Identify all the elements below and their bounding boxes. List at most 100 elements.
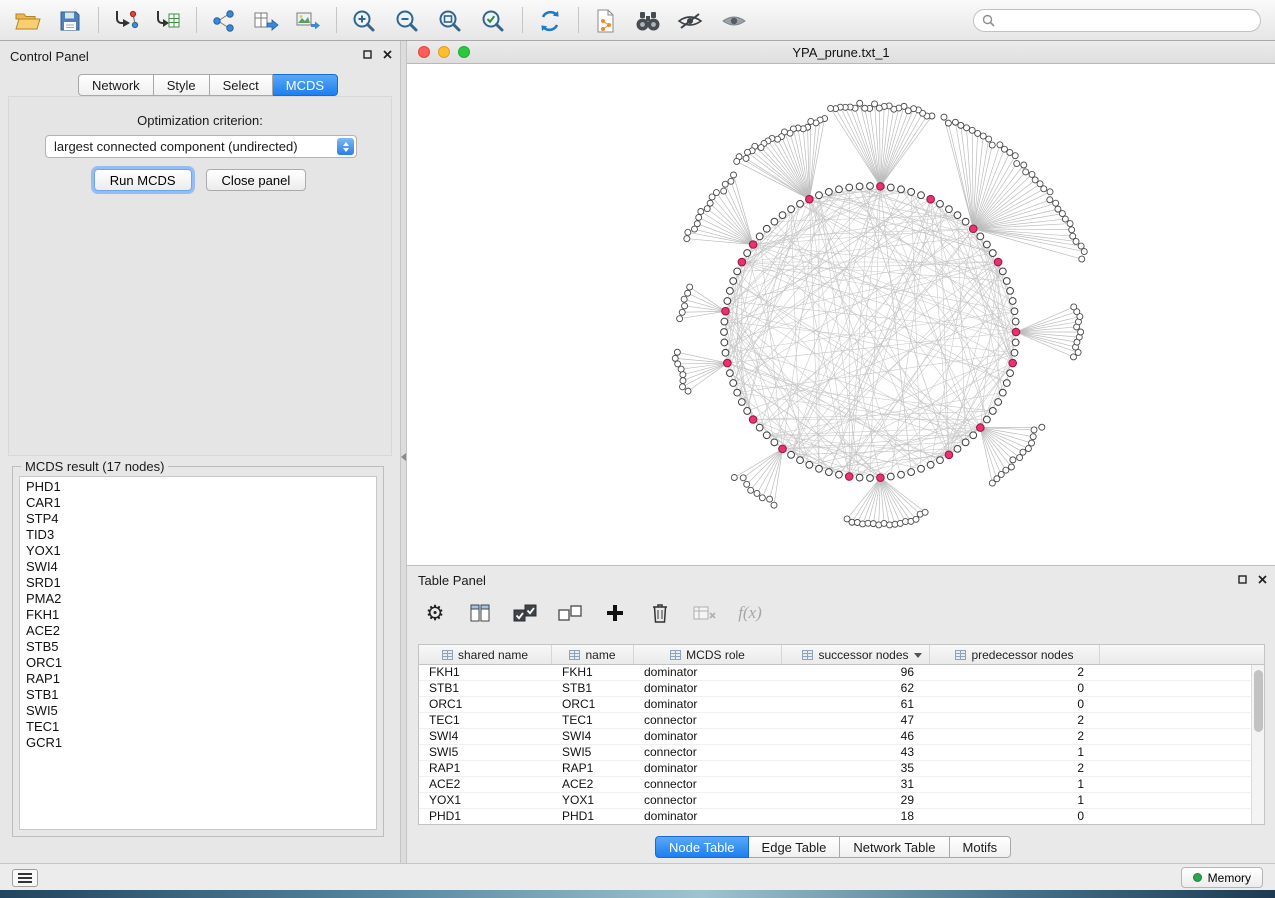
network-node-dominator[interactable]: [969, 225, 977, 233]
float-panel-icon[interactable]: [363, 50, 372, 59]
network-node-dominator[interactable]: [877, 183, 885, 191]
network-node[interactable]: [722, 181, 728, 187]
network-node[interactable]: [999, 268, 1006, 275]
network-node[interactable]: [734, 389, 741, 396]
network-node[interactable]: [763, 432, 770, 439]
network-graph-svg[interactable]: [407, 64, 1275, 565]
network-node[interactable]: [1012, 339, 1019, 346]
delete-column-button[interactable]: [646, 599, 674, 627]
network-node-dominator[interactable]: [845, 473, 853, 481]
network-node[interactable]: [672, 355, 678, 361]
network-node[interactable]: [970, 432, 977, 439]
network-node-dominator[interactable]: [722, 307, 730, 315]
table-row[interactable]: FKH1FKH1dominator962: [419, 665, 1251, 681]
zoom-in-button[interactable]: [344, 5, 384, 36]
network-node[interactable]: [937, 457, 944, 464]
zoom-selected-button[interactable]: [473, 5, 513, 36]
table-row[interactable]: YOX1YOX1connector291: [419, 793, 1251, 809]
show-graphics-button[interactable]: [714, 5, 754, 36]
network-node[interactable]: [685, 388, 691, 394]
network-titlebar[interactable]: YPA_prune.txt_1: [407, 41, 1275, 64]
network-node[interactable]: [728, 178, 734, 184]
network-node[interactable]: [937, 200, 944, 207]
network-node[interactable]: [1029, 440, 1035, 446]
network-node[interactable]: [731, 475, 737, 481]
column-header-shared-name[interactable]: shared name: [419, 645, 552, 664]
network-node-dominator[interactable]: [994, 258, 1002, 266]
network-node[interactable]: [680, 378, 686, 384]
network-node[interactable]: [763, 225, 770, 232]
network-node[interactable]: [677, 316, 683, 322]
network-node[interactable]: [846, 184, 853, 191]
network-node[interactable]: [881, 520, 887, 526]
network-node[interactable]: [1047, 189, 1053, 195]
network-node[interactable]: [779, 212, 786, 219]
mcds-result-item[interactable]: FKH1: [20, 607, 376, 623]
network-node[interactable]: [734, 158, 740, 164]
network-node[interactable]: [857, 100, 863, 106]
create-column-button[interactable]: [601, 599, 629, 627]
network-node[interactable]: [1021, 162, 1027, 168]
network-node[interactable]: [674, 349, 680, 355]
network-node[interactable]: [1008, 464, 1014, 470]
network-node[interactable]: [1047, 197, 1053, 203]
network-node[interactable]: [704, 206, 710, 212]
network-node-dominator[interactable]: [738, 258, 746, 266]
network-node-dominator[interactable]: [927, 195, 935, 203]
network-node[interactable]: [1025, 446, 1031, 452]
table-row[interactable]: TEC1TEC1connector472: [419, 713, 1251, 729]
network-node[interactable]: [898, 186, 905, 193]
network-node[interactable]: [962, 439, 969, 446]
mcds-result-list[interactable]: PHD1CAR1STP4TID3YOX1SWI4SRD1PMA2FKH1ACE2…: [19, 476, 377, 830]
network-node[interactable]: [721, 339, 728, 346]
network-node[interactable]: [918, 192, 925, 199]
network-node[interactable]: [825, 189, 832, 196]
network-node[interactable]: [806, 461, 813, 468]
network-node[interactable]: [1007, 287, 1014, 294]
network-node-dominator[interactable]: [749, 416, 757, 424]
tab-node-table[interactable]: Node Table: [655, 836, 749, 858]
close-panel-icon[interactable]: [1258, 575, 1267, 584]
network-node[interactable]: [1020, 449, 1026, 455]
criterion-dropdown[interactable]: largest connected component (undirected): [45, 135, 357, 158]
network-node[interactable]: [756, 233, 763, 240]
network-node[interactable]: [691, 226, 697, 232]
network-node[interactable]: [684, 236, 690, 242]
network-node[interactable]: [952, 119, 958, 125]
network-node[interactable]: [954, 445, 961, 452]
mcds-result-item[interactable]: SWI5: [20, 703, 376, 719]
network-node[interactable]: [1039, 424, 1045, 430]
export-image-button[interactable]: [288, 5, 328, 36]
network-node[interactable]: [836, 186, 843, 193]
tab-edge-table[interactable]: Edge Table: [749, 836, 841, 858]
network-node[interactable]: [975, 130, 981, 136]
mcds-result-item[interactable]: RAP1: [20, 671, 376, 687]
network-node[interactable]: [1011, 349, 1018, 356]
tab-mcds[interactable]: MCDS: [273, 74, 338, 96]
mcds-result-item[interactable]: STB5: [20, 639, 376, 655]
tab-select[interactable]: Select: [210, 74, 273, 96]
select-all-columns-button[interactable]: [511, 599, 539, 627]
hide-graphics-button[interactable]: [670, 5, 710, 36]
network-node[interactable]: [724, 298, 731, 305]
network-node[interactable]: [983, 416, 990, 423]
network-node[interactable]: [913, 516, 919, 522]
run-mcds-button[interactable]: Run MCDS: [94, 169, 192, 191]
network-node[interactable]: [1007, 149, 1013, 155]
network-node[interactable]: [1023, 169, 1029, 175]
network-node[interactable]: [828, 105, 834, 111]
network-node-dominator[interactable]: [877, 474, 885, 482]
mcds-result-item[interactable]: SWI4: [20, 559, 376, 575]
network-node[interactable]: [995, 399, 1002, 406]
memory-button[interactable]: Memory: [1181, 867, 1263, 888]
network-node[interactable]: [1067, 221, 1073, 227]
open-session-button[interactable]: [8, 5, 48, 36]
export-network-button[interactable]: [204, 5, 244, 36]
network-node[interactable]: [867, 183, 874, 190]
network-node[interactable]: [1009, 298, 1016, 305]
clipboard-share-button[interactable]: [586, 5, 626, 36]
network-node[interactable]: [1031, 427, 1037, 433]
close-window-button[interactable]: [418, 46, 430, 58]
export-table-button[interactable]: [246, 5, 286, 36]
zoom-fit-button[interactable]: [430, 5, 470, 36]
